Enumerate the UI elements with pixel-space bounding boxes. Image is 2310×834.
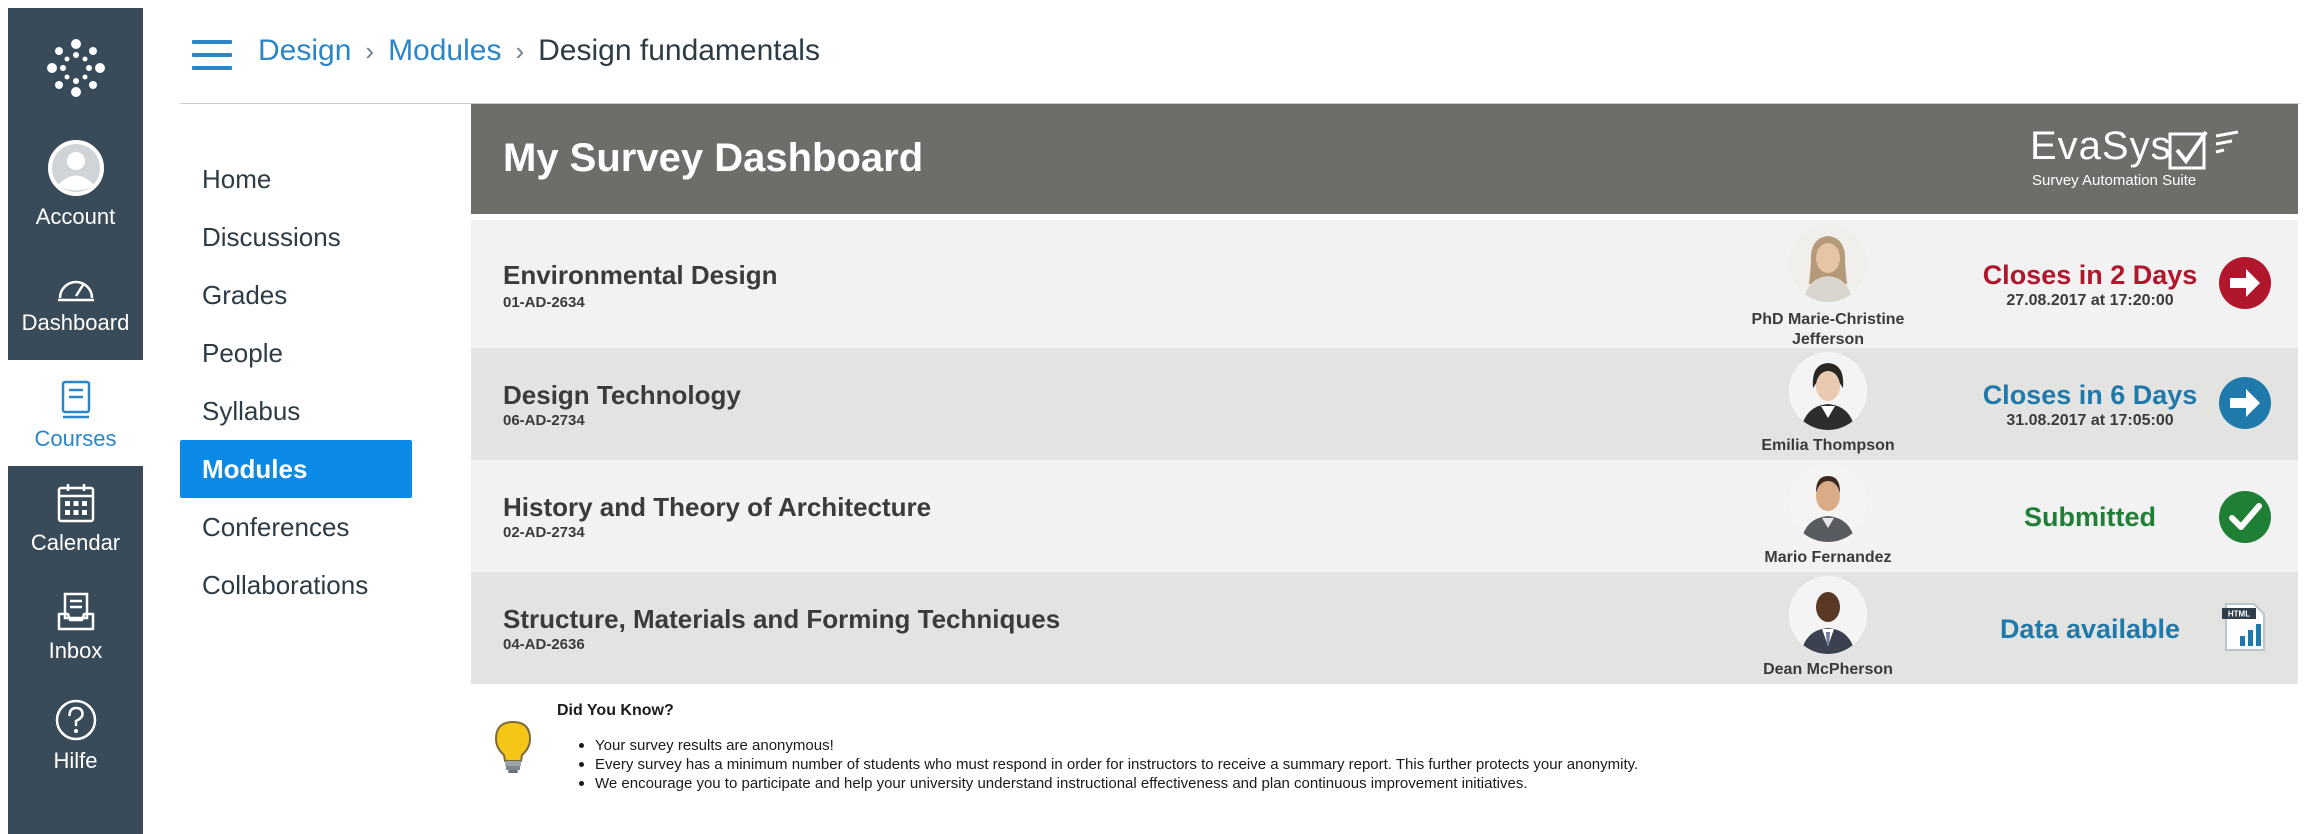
breadcrumb-separator: › — [515, 35, 525, 66]
course-nav-syllabus[interactable]: Syllabus — [180, 382, 412, 440]
course-nav-grades[interactable]: Grades — [180, 266, 412, 324]
dashboard-header: My Survey Dashboard EvaSys Survey Automa… — [471, 104, 2298, 214]
arrow-right-red-icon[interactable] — [2218, 256, 2272, 310]
course-nav-conferences[interactable]: Conferences — [180, 498, 412, 556]
did-you-know-item: Your survey results are anonymous! — [579, 736, 1638, 755]
course-name: Design Technology — [503, 380, 741, 410]
global-nav-inbox-label: Inbox — [48, 638, 103, 663]
canvas-logo-icon — [46, 39, 105, 97]
teacher-avatar — [1789, 576, 1867, 654]
evasys-check-icon — [2168, 130, 2239, 170]
course-nav-home[interactable]: Home — [180, 150, 412, 208]
global-nav-help-label: Hilfe — [53, 748, 98, 773]
course-nav-discussions[interactable]: Discussions — [180, 208, 412, 266]
breadcrumb-modules[interactable]: Modules — [388, 34, 501, 68]
svg-text:HTML: HTML — [2228, 610, 2250, 619]
course-code: 04-AD-2636 — [503, 636, 585, 653]
course-nav-modules[interactable]: Modules — [180, 440, 412, 498]
courses-icon — [61, 380, 90, 419]
dashboard-title: My Survey Dashboard — [503, 136, 924, 180]
teacher-avatar — [1789, 464, 1867, 542]
page-header: Design › Modules › Design fundamentals — [180, 8, 2300, 104]
html-report-icon[interactable]: HTML — [2218, 600, 2272, 654]
survey-row[interactable]: Structure, Materials and Forming Techniq… — [471, 572, 2298, 684]
global-nav-inbox[interactable]: Inbox — [8, 592, 143, 678]
global-nav-calendar[interactable]: Calendar — [8, 482, 143, 572]
help-icon — [55, 699, 96, 741]
did-you-know-item: Every survey has a minimum number of stu… — [579, 755, 1638, 774]
evasys-tagline: Survey Automation Suite — [2032, 172, 2197, 189]
global-nav-account[interactable]: Account — [8, 138, 143, 238]
course-name: History and Theory of Architecture — [503, 492, 932, 522]
global-nav-help[interactable]: Hilfe — [8, 698, 143, 788]
global-nav-calendar-label: Calendar — [30, 530, 121, 555]
teacher-name: Emilia Thompson — [1761, 437, 1895, 454]
survey-deadline: 27.08.2017 at 17:20:00 — [2006, 292, 2174, 309]
did-you-know-item: We encourage you to participate and help… — [579, 774, 1638, 793]
global-nav-courses[interactable]: Courses — [8, 360, 143, 466]
teacher-name: PhD Marie-Christine Jefferson — [1751, 311, 1905, 348]
teacher-portrait-icon — [1789, 576, 1867, 654]
inbox-icon — [57, 592, 94, 631]
survey-status: Data available — [1999, 614, 2181, 644]
course-name: Structure, Materials and Forming Techniq… — [503, 604, 1061, 634]
arrow-right-blue-icon[interactable] — [2218, 376, 2272, 430]
lightbulb-icon — [494, 720, 532, 773]
global-nav-dashboard[interactable]: Dashboard — [8, 270, 143, 350]
teacher-avatar — [1789, 224, 1867, 302]
teacher-name: Mario Fernandez — [1764, 549, 1892, 566]
global-nav-courses-label: Courses — [34, 426, 117, 451]
survey-dashboard: My Survey Dashboard EvaSys Survey Automa… — [471, 104, 2298, 804]
teacher-portrait-icon — [1789, 464, 1867, 542]
did-you-know-list: Your survey results are anonymous! Every… — [579, 736, 1638, 793]
teacher-portrait-icon — [1789, 352, 1867, 430]
global-nav-account-label: Account — [35, 204, 116, 229]
evasys-logo: EvaSys Survey Automation Suite — [2030, 124, 2260, 194]
course-nav-collaborations[interactable]: Collaborations — [180, 556, 412, 614]
did-you-know-title: Did You Know? — [557, 702, 674, 719]
evasys-brand-name: EvaSys — [2030, 124, 2172, 168]
survey-row[interactable]: Design Technology 06-AD-2734 Emilia Thom… — [471, 348, 2298, 460]
teacher-portrait-icon — [1789, 224, 1867, 302]
survey-status: Closes in 2 Days — [1982, 260, 2198, 290]
menu-toggle-icon[interactable] — [192, 40, 232, 70]
teacher-avatar — [1789, 352, 1867, 430]
global-navigation: Account Dashboard Courses Calendar Inbox… — [8, 8, 143, 834]
survey-row[interactable]: History and Theory of Architecture 02-AD… — [471, 460, 2298, 572]
breadcrumb: Design › Modules › Design fundamentals — [258, 34, 820, 68]
breadcrumb-design[interactable]: Design — [258, 34, 351, 68]
breadcrumb-separator: › — [365, 35, 375, 66]
calendar-icon — [57, 484, 94, 523]
account-icon — [47, 140, 104, 196]
canvas-logo[interactable] — [8, 8, 143, 128]
course-code: 06-AD-2734 — [503, 412, 585, 429]
course-name: Environmental Design — [503, 260, 778, 290]
check-green-icon[interactable] — [2218, 490, 2272, 544]
global-nav-dashboard-label: Dashboard — [21, 310, 130, 335]
course-nav-people[interactable]: People — [180, 324, 412, 382]
course-navigation: Home Discussions Grades People Syllabus … — [180, 150, 412, 614]
dashboard-icon — [57, 280, 94, 302]
course-code: 02-AD-2734 — [503, 524, 585, 541]
survey-status: Closes in 6 Days — [1982, 380, 2198, 410]
survey-status: Submitted — [2024, 502, 2156, 532]
survey-deadline: 31.08.2017 at 17:05:00 — [2006, 412, 2174, 429]
survey-row[interactable]: Environmental Design 01-AD-2634 PhD Mari… — [471, 220, 2298, 348]
teacher-name: Dean McPherson — [1763, 661, 1893, 678]
breadcrumb-current: Design fundamentals — [538, 34, 820, 67]
course-code: 01-AD-2634 — [503, 294, 585, 311]
